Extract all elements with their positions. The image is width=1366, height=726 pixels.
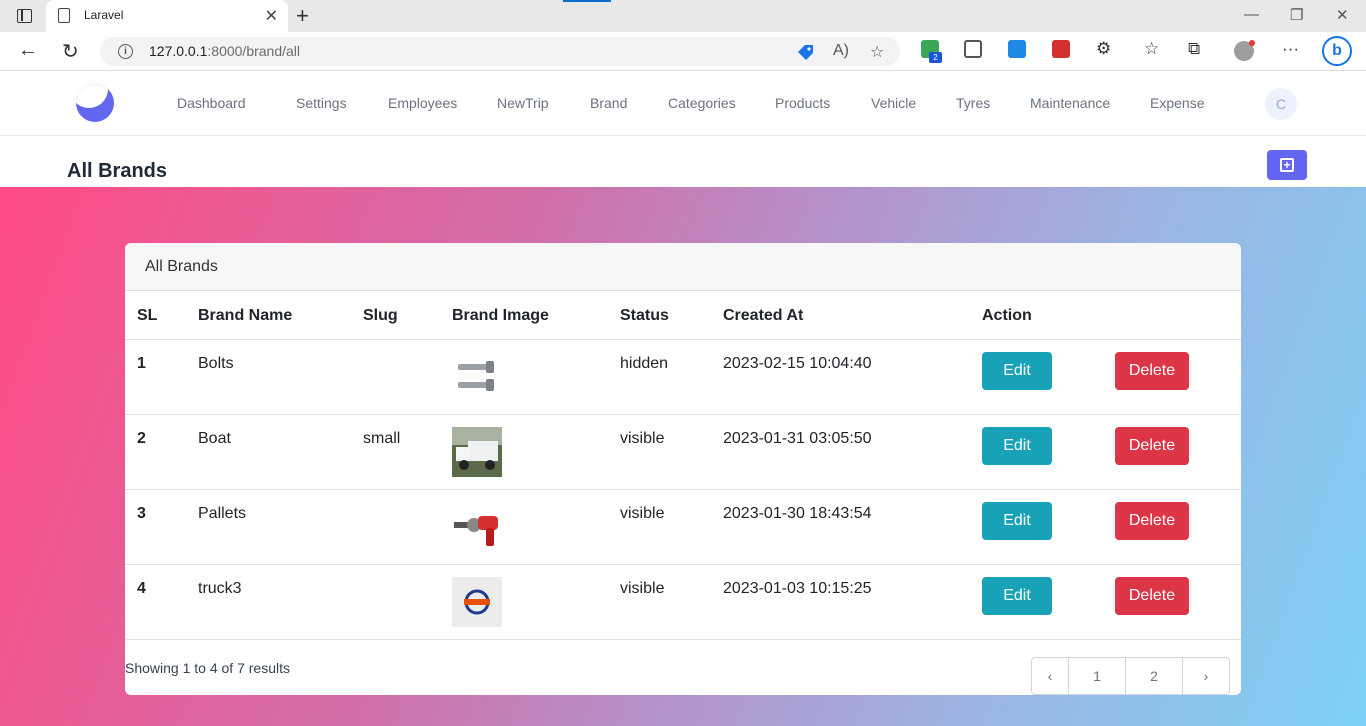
browser-tab-bar: Laravel ✕ + — ❐ ✕	[0, 0, 1366, 32]
cell-created-at: 2023-02-15 10:04:40	[723, 355, 872, 372]
cell-created-at: 2023-01-31 03:05:50	[723, 430, 872, 447]
edit-button[interactable]: Edit	[982, 502, 1052, 540]
nav-expense[interactable]: Expense	[1150, 95, 1204, 111]
favorites-icon[interactable]: ☆	[1144, 39, 1159, 59]
delete-button[interactable]: Delete	[1115, 502, 1189, 540]
edit-button[interactable]: Edit	[982, 352, 1052, 390]
brand-image-bolts	[458, 361, 494, 391]
pagination: ‹ 1 2 ›	[1031, 657, 1230, 695]
new-tab-icon[interactable]: +	[296, 3, 309, 29]
cell-sl: 1	[137, 355, 146, 372]
nav-newtrip[interactable]: NewTrip	[497, 95, 549, 111]
accent-line	[563, 0, 611, 2]
avatar[interactable]: C	[1265, 88, 1297, 120]
column-header-brand-image: Brand Image	[452, 307, 549, 324]
card-header: All Brands	[125, 243, 1241, 291]
brands-card: All Brands SL Brand Name Slug Brand Imag…	[125, 243, 1241, 695]
more-icon[interactable]: ···	[1282, 39, 1299, 59]
url-path: :8000/brand/all	[207, 43, 301, 59]
nav-maintenance[interactable]: Maintenance	[1030, 95, 1110, 111]
nav-products[interactable]: Products	[775, 95, 830, 111]
nav-categories[interactable]: Categories	[668, 95, 736, 111]
bing-icon[interactable]: b	[1322, 36, 1352, 66]
url-text: 127.0.0.1:8000/brand/all	[149, 43, 300, 59]
url-host: 127.0.0.1	[149, 43, 208, 59]
edit-button[interactable]: Edit	[982, 577, 1052, 615]
extension-badge: 2	[929, 52, 942, 63]
restore-icon[interactable]: ❐	[1290, 6, 1303, 24]
notification-dot	[1249, 40, 1255, 46]
nav-vehicle[interactable]: Vehicle	[871, 95, 916, 111]
column-header-brand-name: Brand Name	[198, 307, 293, 324]
red-extension-icon[interactable]	[1052, 40, 1070, 58]
column-header-status: Status	[620, 307, 669, 324]
pagination-summary: Showing 1 to 4 of 7 results	[125, 660, 290, 676]
page-link[interactable]: 1	[1069, 658, 1126, 694]
app-navbar: Dashboard Settings Employees NewTrip Bra…	[0, 71, 1366, 136]
nav-brand[interactable]: Brand	[590, 95, 627, 111]
shield-extension-icon[interactable]	[964, 40, 982, 58]
brand-image-truck	[452, 427, 502, 477]
info-icon[interactable]: i	[118, 44, 133, 59]
close-window-icon[interactable]: ✕	[1336, 6, 1349, 24]
read-aloud-icon[interactable]: A)	[833, 42, 849, 60]
minimize-icon[interactable]: —	[1244, 6, 1259, 23]
cell-created-at: 2023-01-30 18:43:54	[723, 505, 872, 522]
cell-brand-name: Pallets	[198, 505, 247, 522]
blue-extension-icon[interactable]	[1008, 40, 1026, 58]
card-title: All Brands	[145, 258, 218, 275]
sidebar-toggle-icon[interactable]	[17, 9, 32, 23]
delete-button[interactable]: Delete	[1115, 427, 1189, 465]
cell-brand-name: truck3	[198, 580, 242, 597]
cell-sl: 3	[137, 505, 146, 522]
next-page-chevron-right-icon[interactable]: ›	[1183, 658, 1229, 694]
brand-image-tool	[454, 516, 498, 546]
delete-button[interactable]: Delete	[1115, 577, 1189, 615]
cell-sl: 2	[137, 430, 146, 447]
cell-status: visible	[620, 430, 665, 447]
table-row: 2 Boat small visible 2023-01-31 03:05:50…	[125, 415, 1241, 490]
url-input[interactable]: i 127.0.0.1:8000/brand/all A) ☆	[100, 37, 900, 66]
plus-square-icon: +	[1280, 158, 1294, 172]
brand-image-logo	[452, 577, 502, 627]
cell-status: visible	[620, 580, 665, 597]
page-title: All Brands	[67, 160, 168, 182]
page-link[interactable]: 2	[1126, 658, 1183, 694]
tag-icon[interactable]	[796, 44, 814, 60]
previous-page-chevron-left-icon[interactable]: ‹	[1032, 658, 1069, 694]
nav-dashboard[interactable]: Dashboard	[177, 95, 246, 111]
edit-button[interactable]: Edit	[982, 427, 1052, 465]
delete-button[interactable]: Delete	[1115, 352, 1189, 390]
browser-tab[interactable]: Laravel ✕	[46, 0, 288, 32]
cell-sl: 4	[137, 580, 146, 597]
column-header-created-at: Created At	[723, 307, 804, 324]
cell-slug: small	[363, 430, 401, 447]
column-header-sl: SL	[137, 307, 158, 324]
app-logo-icon[interactable]	[76, 84, 114, 122]
tab-title: Laravel	[84, 8, 124, 22]
collections-icon[interactable]: ⧉	[1188, 39, 1200, 59]
page-icon	[58, 8, 70, 23]
cell-created-at: 2023-01-03 10:15:25	[723, 580, 872, 597]
cell-brand-name: Bolts	[198, 355, 234, 372]
nav-employees[interactable]: Employees	[388, 95, 457, 111]
refresh-icon[interactable]: ↻	[62, 39, 79, 64]
add-brand-button[interactable]: +	[1267, 150, 1307, 180]
nav-tyres[interactable]: Tyres	[956, 95, 990, 111]
table-row: 3 Pallets visible 2023-01-30 18:43:54 Ed…	[125, 490, 1241, 565]
column-header-slug: Slug	[363, 307, 398, 324]
favorite-add-icon[interactable]: ☆	[870, 42, 884, 62]
close-tab-icon[interactable]: ✕	[265, 6, 278, 26]
column-header-action: Action	[982, 307, 1032, 324]
address-bar: ← ↻ i 127.0.0.1:8000/brand/all A) ☆ 2 ⚙ …	[0, 32, 1366, 71]
table-row: 1 Bolts hidden 2023-02-15 10:04:40 Edit …	[125, 340, 1241, 415]
table-row: 4 truck3 visible 2023-01-03 10:15:25 Edi…	[125, 565, 1241, 640]
back-icon[interactable]: ←	[18, 39, 38, 62]
cell-brand-name: Boat	[198, 430, 231, 447]
cell-status: visible	[620, 505, 665, 522]
cell-status: hidden	[620, 355, 669, 372]
nav-settings[interactable]: Settings	[296, 95, 347, 111]
extensions-icon[interactable]: ⚙	[1096, 39, 1111, 59]
